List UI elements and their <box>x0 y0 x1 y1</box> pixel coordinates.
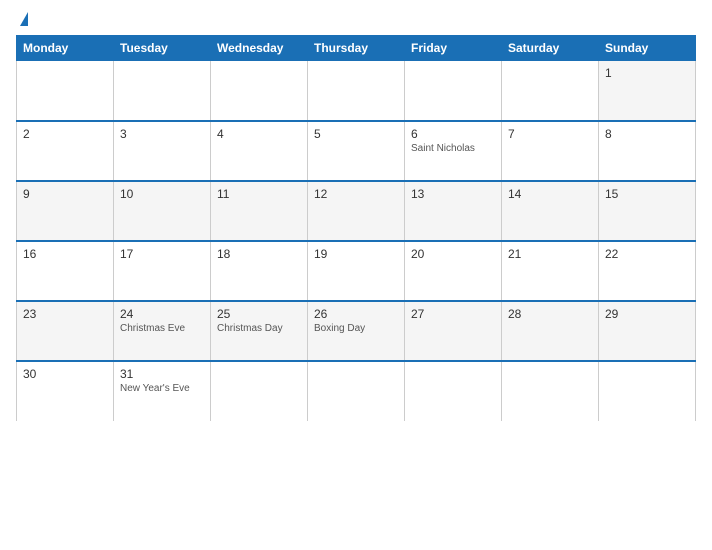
col-friday: Friday <box>405 36 502 61</box>
calendar-week-row: 16 17 18 19 20 21 22 <box>17 241 696 301</box>
calendar-cell: 19 <box>308 241 405 301</box>
day-number: 3 <box>120 127 204 141</box>
calendar-cell: 24 Christmas Eve <box>114 301 211 361</box>
day-number: 15 <box>605 187 689 201</box>
calendar-body: 123456Saint Nicholas78910111213141516171… <box>17 61 696 421</box>
day-number: 23 <box>23 307 107 321</box>
day-number: 20 <box>411 247 495 261</box>
calendar-cell: 5 <box>308 121 405 181</box>
logo <box>16 12 30 27</box>
col-sunday: Sunday <box>599 36 696 61</box>
calendar-cell: 8 <box>599 121 696 181</box>
day-number: 9 <box>23 187 107 201</box>
calendar-cell: 31 New Year's Eve <box>114 361 211 421</box>
day-number: 11 <box>217 187 301 201</box>
calendar-cell: 28 <box>502 301 599 361</box>
holiday-name: Saint Nicholas <box>411 143 495 154</box>
calendar-cell: 2 <box>17 121 114 181</box>
col-wednesday: Wednesday <box>211 36 308 61</box>
calendar-week-row: 23456 Saint Nicholas 78 <box>17 121 696 181</box>
calendar-cell: 26 Boxing Day <box>308 301 405 361</box>
calendar-cell: 29 <box>599 301 696 361</box>
calendar-cell <box>308 361 405 421</box>
day-number: 12 <box>314 187 398 201</box>
day-number: 22 <box>605 247 689 261</box>
calendar-cell: 30 <box>17 361 114 421</box>
calendar-cell: 7 <box>502 121 599 181</box>
day-number: 28 <box>508 307 592 321</box>
day-number: 10 <box>120 187 204 201</box>
calendar-cell: 10 <box>114 181 211 241</box>
day-number: 7 <box>508 127 592 141</box>
calendar-cell: 12 <box>308 181 405 241</box>
calendar-cell: 21 <box>502 241 599 301</box>
calendar-header <box>16 12 696 27</box>
calendar-cell: 11 <box>211 181 308 241</box>
calendar-cell: 1 <box>599 61 696 121</box>
calendar-cell: 9 <box>17 181 114 241</box>
calendar-cell: 16 <box>17 241 114 301</box>
col-monday: Monday <box>17 36 114 61</box>
holiday-name: Boxing Day <box>314 323 398 334</box>
calendar-cell: 27 <box>405 301 502 361</box>
col-thursday: Thursday <box>308 36 405 61</box>
calendar-cell <box>308 61 405 121</box>
calendar-cell: 14 <box>502 181 599 241</box>
day-number: 19 <box>314 247 398 261</box>
calendar-cell <box>599 361 696 421</box>
day-number: 21 <box>508 247 592 261</box>
calendar-page: Monday Tuesday Wednesday Thursday Friday… <box>0 0 712 550</box>
calendar-cell <box>211 61 308 121</box>
calendar-cell <box>405 361 502 421</box>
day-number: 31 <box>120 367 204 381</box>
weekday-header-row: Monday Tuesday Wednesday Thursday Friday… <box>17 36 696 61</box>
holiday-name: New Year's Eve <box>120 383 204 394</box>
calendar-cell <box>211 361 308 421</box>
day-number: 16 <box>23 247 107 261</box>
calendar-cell: 15 <box>599 181 696 241</box>
calendar-cell: 13 <box>405 181 502 241</box>
day-number: 29 <box>605 307 689 321</box>
calendar-header-row: Monday Tuesday Wednesday Thursday Friday… <box>17 36 696 61</box>
day-number: 6 <box>411 127 495 141</box>
calendar-cell <box>114 61 211 121</box>
day-number: 8 <box>605 127 689 141</box>
calendar-cell <box>17 61 114 121</box>
day-number: 14 <box>508 187 592 201</box>
calendar-cell: 23 <box>17 301 114 361</box>
holiday-name: Christmas Eve <box>120 323 204 334</box>
calendar-cell <box>405 61 502 121</box>
logo-triangle-icon <box>20 12 28 26</box>
day-number: 17 <box>120 247 204 261</box>
calendar-cell <box>502 61 599 121</box>
calendar-week-row: 1 <box>17 61 696 121</box>
calendar-cell <box>502 361 599 421</box>
calendar-cell: 6 Saint Nicholas <box>405 121 502 181</box>
calendar-cell: 25 Christmas Day <box>211 301 308 361</box>
calendar-cell: 20 <box>405 241 502 301</box>
day-number: 5 <box>314 127 398 141</box>
calendar-week-row: 9 10 11 12 13 14 15 <box>17 181 696 241</box>
calendar-cell: 17 <box>114 241 211 301</box>
calendar-cell: 22 <box>599 241 696 301</box>
day-number: 24 <box>120 307 204 321</box>
day-number: 26 <box>314 307 398 321</box>
holiday-name: Christmas Day <box>217 323 301 334</box>
day-number: 13 <box>411 187 495 201</box>
calendar-table: Monday Tuesday Wednesday Thursday Friday… <box>16 35 696 421</box>
calendar-cell: 4 <box>211 121 308 181</box>
day-number: 27 <box>411 307 495 321</box>
day-number: 4 <box>217 127 301 141</box>
calendar-cell: 18 <box>211 241 308 301</box>
day-number: 18 <box>217 247 301 261</box>
col-saturday: Saturday <box>502 36 599 61</box>
day-number: 30 <box>23 367 107 381</box>
day-number: 1 <box>605 66 689 80</box>
calendar-week-row: 30 31 New Year's Eve <box>17 361 696 421</box>
day-number: 2 <box>23 127 107 141</box>
calendar-cell: 3 <box>114 121 211 181</box>
calendar-week-row: 23 24 Christmas Eve 25 Christmas Day 26 Boxing… <box>17 301 696 361</box>
day-number: 25 <box>217 307 301 321</box>
col-tuesday: Tuesday <box>114 36 211 61</box>
